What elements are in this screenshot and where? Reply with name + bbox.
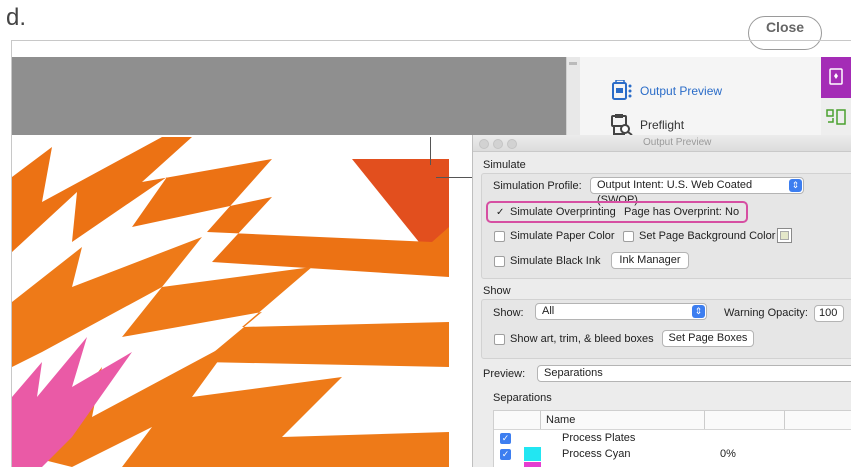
separations-table-header: Name bbox=[494, 411, 851, 430]
figure-label: d. bbox=[6, 4, 27, 31]
background-color-swatch[interactable] bbox=[777, 228, 792, 243]
simulate-overprinting-checkbox[interactable]: ✓ bbox=[496, 207, 507, 218]
table-row[interactable]: ✓ Process Plates bbox=[494, 430, 851, 446]
simulation-profile-select[interactable]: Output Intent: U.S. Web Coated (SWOP)... bbox=[590, 177, 804, 206]
plate-visible-checkbox[interactable]: ✓ bbox=[500, 449, 511, 460]
window-frame-top bbox=[11, 40, 851, 41]
preview-select[interactable]: Separations bbox=[537, 365, 851, 382]
document-tool-icon bbox=[829, 68, 843, 85]
export-tool-icon bbox=[826, 109, 846, 125]
tool-output-preview[interactable]: Output Preview bbox=[610, 79, 722, 103]
simulate-heading: Simulate bbox=[483, 159, 526, 171]
output-preview-tab[interactable] bbox=[821, 57, 851, 98]
show-select[interactable]: All bbox=[535, 303, 707, 320]
dialog-titlebar[interactable]: Output Preview bbox=[473, 135, 851, 152]
column-divider bbox=[704, 411, 705, 429]
zoom-window-icon[interactable] bbox=[507, 139, 517, 149]
tool-label: Output Preview bbox=[640, 84, 723, 98]
callout-line-horizontal bbox=[436, 177, 472, 178]
show-boxes-label: Show art, trim, & bleed boxes bbox=[510, 333, 654, 345]
set-page-boxes-button[interactable]: Set Page Boxes bbox=[662, 330, 754, 347]
page-has-overprint-value: No bbox=[725, 206, 740, 218]
tool-label: Preflight bbox=[640, 118, 685, 132]
simulation-profile-label: Simulation Profile: bbox=[493, 180, 582, 192]
callout-line-vertical bbox=[430, 137, 431, 165]
cyan-swatch bbox=[524, 447, 541, 461]
show-heading: Show bbox=[483, 285, 511, 297]
chevron-updown-icon[interactable]: ⇕ bbox=[692, 305, 705, 318]
vertical-scrollbar[interactable] bbox=[566, 57, 581, 137]
simulate-black-ink-checkbox[interactable] bbox=[494, 256, 505, 267]
simulate-overprinting-label: Simulate Overprinting bbox=[510, 206, 616, 218]
scrollbar-thumb[interactable] bbox=[569, 62, 577, 65]
separations-heading: Separations bbox=[493, 392, 552, 404]
simulate-paper-color-label: Simulate Paper Color bbox=[510, 230, 615, 242]
show-boxes-checkbox[interactable] bbox=[494, 334, 505, 345]
warning-opacity-input[interactable]: 100 bbox=[814, 305, 844, 322]
table-row[interactable]: ✓ Process Cyan 0% bbox=[494, 446, 851, 462]
output-preview-dialog: Output Preview Simulate Simulation Profi… bbox=[472, 135, 851, 467]
separations-table: Name ✓ Process Plates ✓ Process Cyan 0% bbox=[493, 410, 851, 467]
tool-preflight[interactable]: Preflight bbox=[610, 113, 684, 137]
zigzag-artwork bbox=[12, 137, 449, 467]
show-label: Show: bbox=[493, 307, 524, 319]
ink-manager-button[interactable]: Ink Manager bbox=[611, 252, 689, 269]
warning-opacity-label: Warning Opacity: bbox=[724, 307, 808, 319]
preview-label: Preview: bbox=[483, 368, 526, 380]
plate-percent: 0% bbox=[720, 448, 736, 460]
dialog-title: Output Preview bbox=[643, 137, 712, 148]
column-name-header: Name bbox=[546, 414, 576, 426]
simulate-paper-color-checkbox[interactable] bbox=[494, 231, 505, 242]
page-has-overprint-label: Page has Overprint: bbox=[624, 206, 722, 218]
document-viewer-background bbox=[12, 57, 566, 135]
output-preview-icon bbox=[612, 80, 632, 100]
magenta-swatch bbox=[524, 462, 541, 467]
close-window-icon[interactable] bbox=[479, 139, 489, 149]
set-page-background-label: Set Page Background Color bbox=[639, 230, 776, 242]
set-page-background-checkbox[interactable] bbox=[623, 231, 634, 242]
simulate-black-ink-label: Simulate Black Ink bbox=[510, 255, 601, 267]
column-divider bbox=[784, 411, 785, 429]
plate-visible-checkbox[interactable]: ✓ bbox=[500, 433, 511, 444]
document-page bbox=[12, 137, 449, 467]
close-button[interactable]: Close bbox=[748, 16, 822, 50]
chevron-updown-icon[interactable]: ⇕ bbox=[789, 179, 802, 192]
export-tool-tab[interactable] bbox=[821, 98, 851, 138]
column-divider bbox=[540, 411, 541, 429]
preflight-icon bbox=[611, 114, 633, 136]
plate-name: Process Cyan bbox=[562, 448, 631, 460]
minimize-window-icon[interactable] bbox=[493, 139, 503, 149]
plate-name: Process Plates bbox=[562, 432, 636, 444]
